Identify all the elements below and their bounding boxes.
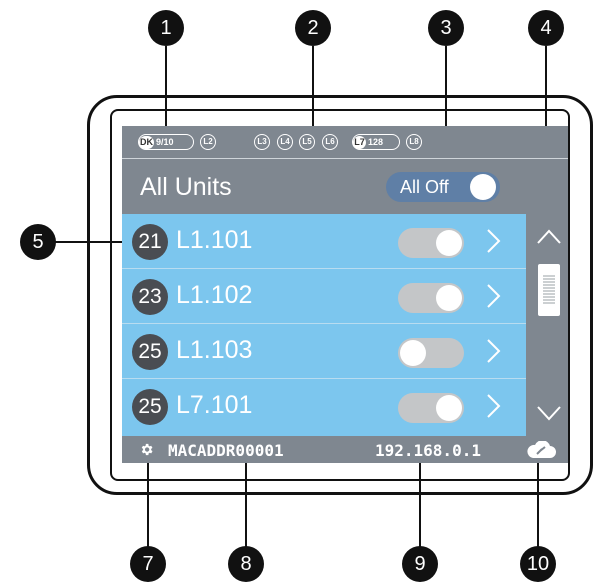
cloud-link-icon <box>527 441 556 458</box>
level-l2[interactable]: L2 <box>200 134 216 150</box>
chevron-right-icon[interactable] <box>478 281 508 311</box>
callout-3: 3 <box>428 10 464 46</box>
dk-value: 9/10 <box>156 136 174 147</box>
scrollbar[interactable] <box>528 214 568 436</box>
toggle-knob <box>436 230 462 256</box>
list-item[interactable]: 25 L1.103 <box>122 324 526 379</box>
callout-7: 7 <box>130 546 166 582</box>
all-off-toggle[interactable]: All Off <box>386 172 500 202</box>
unit-name: L1.101 <box>176 226 253 254</box>
leader-10 <box>537 450 539 550</box>
list-item[interactable]: 23 L1.102 <box>122 269 526 324</box>
level-l8[interactable]: L8 <box>406 134 422 150</box>
dk-level-pill[interactable]: DK 9/10 <box>138 134 194 150</box>
level-l5[interactable]: L5 <box>299 134 315 150</box>
callout-10: 10 <box>520 546 556 582</box>
chevron-right-icon[interactable] <box>478 226 508 256</box>
toggle-knob <box>436 395 462 421</box>
header: All Units All Off <box>122 158 568 213</box>
unit-toggle[interactable] <box>398 338 464 368</box>
ip-address: 192.168.0.1 <box>375 441 481 460</box>
list-item[interactable]: 21 L1.101 <box>122 214 526 269</box>
all-off-knob <box>470 174 496 200</box>
dk-badge: DK <box>139 135 154 149</box>
unit-badge: 25 <box>132 389 168 425</box>
leader-8 <box>245 450 247 550</box>
level-status-bar: DK 9/10 L2 L3 L4 L5 L6 L7 128 L8 <box>122 126 568 156</box>
callout-2: 2 <box>295 10 331 46</box>
chevron-up-icon[interactable] <box>536 228 562 246</box>
l7-level-pill[interactable]: L7 128 <box>352 134 400 150</box>
toggle-knob <box>400 340 426 366</box>
mac-address: MACADDR00001 <box>168 441 284 460</box>
callout-1: 1 <box>148 10 184 46</box>
toggle-knob <box>436 285 462 311</box>
level-l6[interactable]: L6 <box>322 134 338 150</box>
unit-name: L1.102 <box>176 281 253 309</box>
unit-badge: 25 <box>132 334 168 370</box>
unit-toggle[interactable] <box>398 228 464 258</box>
unit-list: 21 L1.101 23 L1.102 25 L1.103 25 L7.101 <box>122 214 526 436</box>
callout-5: 5 <box>20 224 56 260</box>
device-screen: DK 9/10 L2 L3 L4 L5 L6 L7 128 L8 All Uni… <box>122 126 568 463</box>
chevron-right-icon[interactable] <box>478 336 508 366</box>
level-l4[interactable]: L4 <box>277 134 293 150</box>
unit-toggle[interactable] <box>398 283 464 313</box>
status-footer: MACADDR00001 192.168.0.1 <box>122 436 568 463</box>
grip-icon <box>543 275 555 304</box>
l7-badge: L7 <box>353 135 366 149</box>
callout-4: 4 <box>528 10 564 46</box>
leader-1 <box>165 46 167 128</box>
chevron-right-icon[interactable] <box>478 391 508 421</box>
leader-2 <box>312 46 314 128</box>
leader-9 <box>419 450 421 550</box>
level-l3[interactable]: L3 <box>254 134 270 150</box>
scroll-thumb[interactable] <box>538 264 560 316</box>
leader-7 <box>147 450 149 550</box>
chevron-down-icon[interactable] <box>536 404 562 422</box>
unit-name: L7.101 <box>176 391 253 419</box>
l7-value: 128 <box>368 136 384 147</box>
unit-badge: 23 <box>132 279 168 315</box>
page-title: All Units <box>140 173 232 201</box>
all-off-label: All Off <box>400 177 449 197</box>
callout-8: 8 <box>228 546 264 582</box>
unit-toggle[interactable] <box>398 393 464 423</box>
gear-icon[interactable] <box>139 442 154 457</box>
list-item[interactable]: 25 L7.101 <box>122 379 526 434</box>
callout-9: 9 <box>402 546 438 582</box>
unit-name: L1.103 <box>176 336 253 364</box>
unit-badge: 21 <box>132 224 168 260</box>
